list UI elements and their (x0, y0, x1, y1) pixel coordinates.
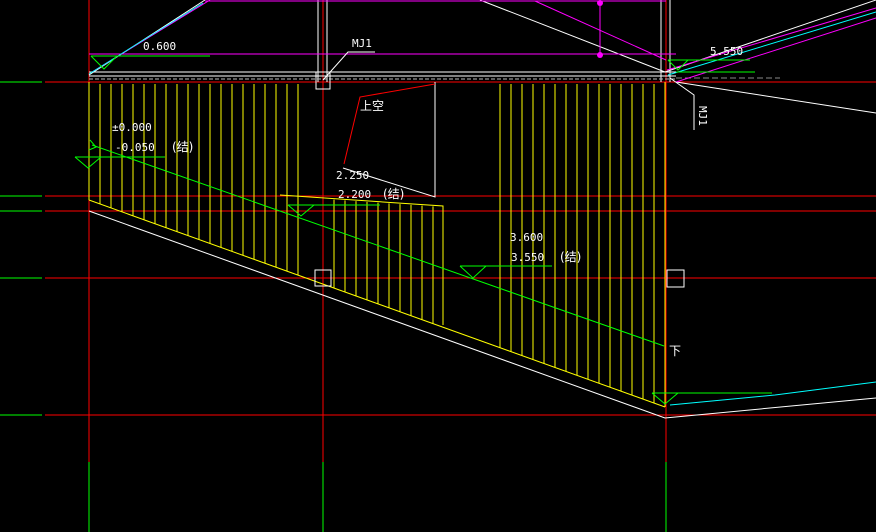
roof-white-3 (479, 0, 666, 73)
stair-walk-line (91, 144, 665, 347)
struct-text-2: (结) (383, 187, 404, 201)
elev-text-2200: 2.200 (338, 188, 371, 201)
down-text: 下 (669, 344, 681, 358)
struct-text-3: (结) (560, 250, 581, 264)
white-outlines (88, 0, 876, 419)
horizontal-grid-lines (45, 81, 876, 416)
struct-text-1: (结) (172, 140, 193, 154)
void-break-line (343, 83, 436, 165)
roof-dot-2 (597, 52, 603, 58)
elev-text-3550: 3.550 (511, 251, 544, 264)
stair-yellow-slope (88, 199, 666, 408)
mj1-text-top: MJ1 (352, 37, 372, 50)
elevation-lines (75, 55, 772, 394)
elev-text-5550: 5.550 (710, 45, 743, 58)
elev-text-m0050: -0.050 (115, 141, 155, 154)
cyan-roof-right (667, 11, 876, 76)
void-text: 上空 (360, 99, 384, 113)
elev-marker-000 (74, 156, 102, 169)
elev-text-0600: 0.600 (143, 40, 176, 53)
mj1-leader-side (669, 77, 695, 130)
stair-hatch (99, 84, 655, 404)
stair-outline (88, 82, 666, 408)
elev-text-3600: 3.600 (510, 231, 543, 244)
cyan-lines (88, 2, 876, 406)
cad-drawing-canvas[interactable]: 0.600 5.550 MJ1 MJ1 上空 ±0.000 -0.050 (结)… (0, 0, 876, 532)
mj1-text-side: MJ1 (696, 106, 709, 126)
mj1-leaders (322, 51, 695, 130)
elev-text-pm000: ±0.000 (112, 121, 152, 134)
cyan-roof-left (88, 2, 204, 75)
elev-marker-0600 (90, 55, 118, 70)
roof-lines (89, 0, 876, 83)
roof-dot-1 (597, 0, 603, 6)
roof-magenta-slope-r (666, 7, 876, 71)
elev-text-2250: 2.250 (336, 169, 369, 182)
